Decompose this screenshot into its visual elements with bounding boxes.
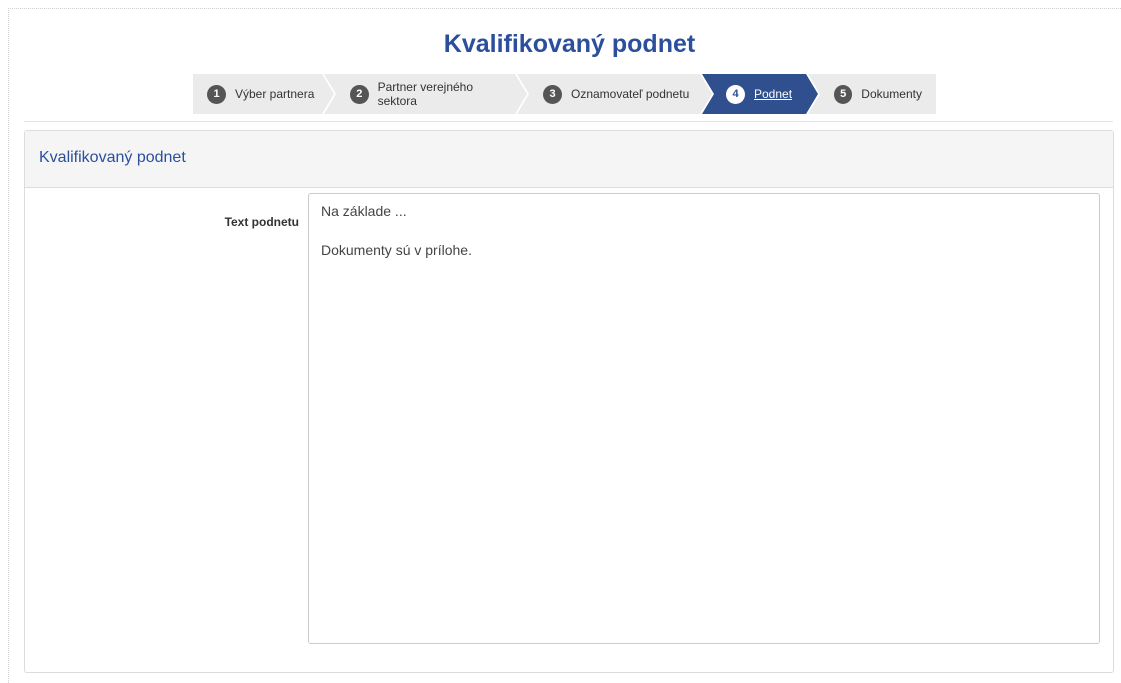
wizard-step-partner-verejneho-sektora[interactable]: 2 Partner verejného sektora (324, 74, 527, 114)
step-number-badge: 5 (834, 84, 853, 104)
divider (24, 121, 1113, 122)
textarea-line: Na základe ... (321, 203, 407, 219)
step-number-badge: 1 (207, 85, 226, 104)
step-label: Partner verejného sektora (377, 80, 474, 108)
panel-title: Kvalifikovaný podnet (39, 149, 186, 166)
step-number-badge: 2 (350, 85, 369, 104)
step-label: Dokumenty (861, 87, 922, 101)
textarea-line: Dokumenty sú v prílohe. (321, 242, 472, 258)
step-number-badge: 3 (543, 85, 562, 104)
podnet-panel: Kvalifikovaný podnet Text podnetu Na zák… (24, 130, 1114, 673)
step-label: Oznamovateľ podnetu (571, 87, 690, 101)
wizard-step-dokumenty[interactable]: 5 Dokumenty (808, 74, 936, 114)
text-podnetu-textarea[interactable]: Na základe ... Dokumenty sú v prílohe. (308, 193, 1100, 644)
wizard-step-vyber-partnera[interactable]: 1 Výber partnera (193, 74, 334, 114)
step-number-badge: 4 (726, 85, 745, 104)
page-title: Kvalifikovaný podnet (443, 30, 696, 58)
step-label: Podnet (754, 87, 793, 101)
panel-header: Kvalifikovaný podnet (25, 131, 1113, 188)
wizard-step-podnet[interactable]: 4 Podnet (702, 74, 818, 114)
text-podnetu-label: Text podnetu (224, 215, 299, 229)
step-label: Výber partnera (235, 87, 315, 101)
wizard-step-oznamovatel-podnetu[interactable]: 3 Oznamovateľ podnetu (517, 74, 712, 114)
wizard-steps: 1 Výber partnera 2 Partner verejného sek… (193, 74, 936, 114)
